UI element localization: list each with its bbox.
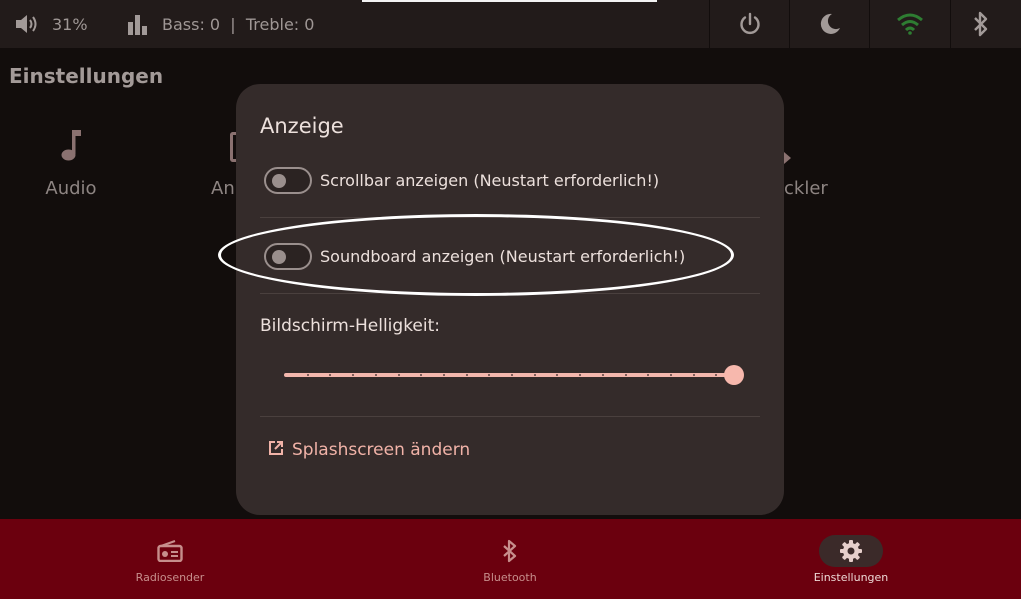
status-bar: 31% Bass: 0 | Treble: 0 bbox=[0, 0, 1021, 48]
slider-ticks bbox=[284, 374, 738, 376]
slider-tick bbox=[692, 374, 695, 376]
bottom-navigation: Radiosender Bluetooth Einstellungen bbox=[0, 519, 1021, 599]
volume-icon[interactable] bbox=[14, 0, 40, 48]
slider-tick bbox=[442, 374, 445, 376]
splashscreen-link-label: Splashscreen ändern bbox=[292, 440, 471, 460]
slider-tick bbox=[511, 374, 513, 376]
bluetooth-status-icon[interactable] bbox=[972, 0, 990, 48]
slider-tick bbox=[556, 374, 559, 376]
dialog-title: Anzeige bbox=[260, 114, 344, 138]
slider-tick bbox=[306, 374, 309, 376]
bass-treble-readout: Bass: 0 | Treble: 0 bbox=[162, 14, 315, 34]
slider-tick bbox=[465, 374, 468, 376]
nav-label: Radiosender bbox=[135, 571, 205, 584]
slider-tick bbox=[647, 374, 650, 376]
slider-tick bbox=[329, 374, 332, 376]
music-note-icon bbox=[59, 128, 83, 166]
divider bbox=[260, 217, 760, 218]
settings-category-label: Audio bbox=[45, 178, 97, 199]
soundboard-toggle-row[interactable]: Soundboard anzeigen (Neustart erforderli… bbox=[264, 241, 685, 271]
slider-tick bbox=[624, 374, 627, 376]
page-title: Einstellungen bbox=[9, 64, 164, 88]
night-mode-icon[interactable] bbox=[818, 0, 842, 48]
slider-tick bbox=[579, 374, 582, 376]
slider-tick bbox=[488, 374, 491, 376]
scrollbar-toggle-label: Scrollbar anzeigen (Neustart erforderlic… bbox=[320, 170, 660, 190]
nav-item-einstellungen[interactable]: Einstellungen bbox=[751, 519, 951, 599]
slider-tick bbox=[715, 374, 718, 376]
slider-tick bbox=[601, 374, 604, 376]
brightness-label: Bildschirm-Helligkeit: bbox=[260, 316, 441, 336]
slider-tick bbox=[669, 374, 672, 376]
splashscreen-link[interactable]: Splashscreen ändern bbox=[268, 440, 470, 460]
open-external-icon bbox=[268, 440, 284, 460]
wifi-icon[interactable] bbox=[896, 0, 924, 48]
switch-knob bbox=[272, 173, 286, 188]
nav-label: Einstellungen bbox=[813, 571, 889, 584]
settings-category-label: An bbox=[211, 178, 235, 199]
switch-knob bbox=[272, 249, 286, 264]
nav-item-radiosender[interactable]: Radiosender bbox=[70, 519, 270, 599]
settings-category-label: ckler bbox=[784, 178, 828, 199]
slider-tick bbox=[352, 374, 355, 376]
slider-tick bbox=[533, 374, 536, 376]
slider-tick bbox=[397, 374, 400, 376]
bluetooth-icon bbox=[478, 535, 542, 567]
divider bbox=[260, 293, 760, 294]
power-icon[interactable] bbox=[738, 0, 762, 48]
slider-tick bbox=[420, 374, 423, 376]
soundboard-switch[interactable] bbox=[264, 242, 312, 270]
settings-category-audio[interactable]: Audio bbox=[40, 128, 102, 199]
equalizer-icon[interactable] bbox=[127, 0, 149, 48]
radio-icon bbox=[138, 535, 202, 567]
nav-item-bluetooth[interactable]: Bluetooth bbox=[410, 519, 610, 599]
soundboard-toggle-label: Soundboard anzeigen (Neustart erforderli… bbox=[320, 246, 686, 266]
brightness-slider[interactable] bbox=[284, 363, 744, 387]
developer-category-icon bbox=[784, 152, 791, 164]
divider bbox=[260, 416, 760, 417]
gear-icon bbox=[819, 535, 883, 567]
top-indicator-strip bbox=[362, 0, 657, 2]
scrollbar-switch[interactable] bbox=[264, 166, 312, 194]
slider-tick bbox=[374, 374, 377, 376]
volume-level: 31% bbox=[52, 14, 88, 34]
slider-thumb[interactable] bbox=[724, 365, 744, 385]
scrollbar-toggle-row[interactable]: Scrollbar anzeigen (Neustart erforderlic… bbox=[264, 165, 659, 195]
nav-label: Bluetooth bbox=[483, 571, 537, 584]
display-settings-dialog: Anzeige Scrollbar anzeigen (Neustart erf… bbox=[236, 84, 784, 515]
